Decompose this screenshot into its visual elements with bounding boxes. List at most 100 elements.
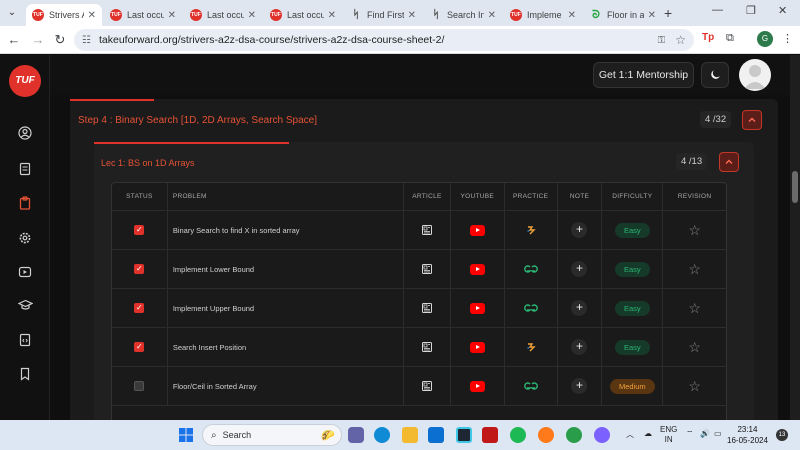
practice-cell[interactable] bbox=[505, 211, 558, 249]
revision-star-icon[interactable]: ☆ bbox=[688, 222, 701, 239]
practice-cell[interactable] bbox=[505, 250, 558, 288]
add-note-button[interactable]: + bbox=[571, 300, 588, 316]
video-play-icon[interactable] bbox=[17, 264, 33, 280]
url-text[interactable]: takeuforward.org/strivers-a2z-dsa-course… bbox=[99, 34, 658, 46]
windows-start-icon[interactable] bbox=[178, 427, 194, 443]
browser-tab[interactable]: TUF Strivers A2Z ✕ bbox=[26, 4, 102, 26]
problem-name[interactable]: Floor/Ceil in Sorted Array bbox=[168, 367, 405, 405]
article-cell[interactable] bbox=[404, 289, 451, 327]
bookmark-star-icon[interactable]: ☆ bbox=[675, 33, 686, 47]
close-tab-icon[interactable]: ✕ bbox=[408, 10, 416, 21]
mcafee-icon[interactable] bbox=[482, 427, 498, 443]
article-cell[interactable] bbox=[404, 328, 451, 366]
omnibox[interactable]: ☷ takeuforward.org/strivers-a2z-dsa-cour… bbox=[74, 29, 694, 51]
profile-icon[interactable] bbox=[17, 125, 33, 141]
revision-star-icon[interactable]: ☆ bbox=[688, 300, 701, 317]
add-note-button[interactable]: + bbox=[571, 261, 588, 277]
page-scrollbar-thumb[interactable] bbox=[792, 171, 798, 203]
discord-icon[interactable] bbox=[594, 427, 610, 443]
youtube-cell[interactable] bbox=[451, 250, 505, 288]
page-scrollbar-track[interactable] bbox=[790, 55, 800, 420]
settings-gear-icon[interactable] bbox=[17, 230, 33, 246]
lecture-collapse-button[interactable] bbox=[719, 152, 739, 172]
battery-icon[interactable]: ▭ bbox=[714, 429, 722, 438]
language-indicator[interactable]: ENG IN bbox=[660, 425, 677, 445]
graduation-cap-icon[interactable] bbox=[17, 297, 33, 313]
article-cell[interactable] bbox=[404, 367, 451, 405]
practice-cell[interactable] bbox=[505, 367, 558, 405]
get-mentorship-button[interactable]: Get 1:1 Mentorship bbox=[593, 62, 694, 88]
browser-tab[interactable]: ᘐ Floor in a ✕ bbox=[584, 4, 662, 26]
close-tab-icon[interactable]: ✕ bbox=[488, 10, 496, 21]
revision-star-icon[interactable]: ☆ bbox=[688, 378, 701, 395]
file-explorer-icon[interactable] bbox=[402, 427, 418, 443]
status-checkbox[interactable]: ✓ bbox=[134, 264, 145, 274]
close-tab-icon[interactable]: ✕ bbox=[568, 10, 576, 21]
site-info-icon[interactable]: ☷ bbox=[82, 35, 91, 46]
system-clock[interactable]: 23:14 16-05-2024 bbox=[727, 424, 768, 446]
browser-tab[interactable]: ᛋ Search Inse ✕ bbox=[424, 4, 502, 26]
restore-icon[interactable]: ❐ bbox=[746, 4, 756, 17]
back-icon[interactable]: ← bbox=[6, 32, 22, 47]
firefox-icon[interactable] bbox=[538, 427, 554, 443]
add-note-button[interactable]: + bbox=[571, 339, 588, 355]
youtube-cell[interactable] bbox=[451, 211, 505, 249]
camera-app-icon[interactable] bbox=[456, 427, 472, 443]
problem-name[interactable]: Implement Upper Bound bbox=[168, 289, 405, 327]
extensions-puzzle-icon[interactable]: ⧉ bbox=[726, 32, 734, 45]
extension-tp-icon[interactable]: Tp bbox=[702, 32, 714, 43]
status-checkbox[interactable] bbox=[134, 381, 145, 391]
step-collapse-button[interactable] bbox=[742, 110, 762, 130]
mail-icon[interactable] bbox=[428, 427, 444, 443]
tab-search-icon[interactable]: ⌄ bbox=[4, 5, 20, 21]
youtube-cell[interactable] bbox=[451, 289, 505, 327]
add-note-button[interactable]: + bbox=[571, 378, 588, 394]
practice-cell[interactable] bbox=[505, 289, 558, 327]
wifi-icon[interactable]: ⌔ bbox=[686, 429, 694, 439]
tuf-logo[interactable]: TUF bbox=[9, 65, 41, 97]
problem-name[interactable]: Binary Search to find X in sorted array bbox=[168, 211, 405, 249]
browser-tab[interactable]: TUF Last occur ✕ bbox=[184, 4, 262, 26]
close-tab-icon[interactable]: ✕ bbox=[248, 10, 256, 21]
step-title[interactable]: Step 4 : Binary Search [1D, 2D Arrays, S… bbox=[78, 115, 317, 126]
cloud-icon[interactable]: ☁ bbox=[644, 429, 652, 438]
tray-overflow-icon[interactable]: ︿ bbox=[626, 429, 634, 440]
status-checkbox[interactable]: ✓ bbox=[134, 342, 145, 352]
youtube-cell[interactable] bbox=[451, 328, 505, 366]
practice-cell[interactable] bbox=[505, 328, 558, 366]
chrome-icon[interactable] bbox=[566, 427, 582, 443]
article-cell[interactable] bbox=[404, 211, 451, 249]
user-avatar[interactable] bbox=[739, 59, 771, 91]
close-tab-icon[interactable]: ✕ bbox=[328, 10, 336, 21]
add-note-button[interactable]: + bbox=[571, 222, 588, 238]
problem-name[interactable]: Implement Lower Bound bbox=[168, 250, 405, 288]
profile-avatar[interactable]: G bbox=[757, 31, 773, 47]
browser-tab[interactable]: TUF Impleme ✕ bbox=[504, 4, 582, 26]
close-tab-icon[interactable]: ✕ bbox=[168, 10, 176, 21]
close-window-icon[interactable]: ✕ bbox=[778, 4, 787, 17]
youtube-cell[interactable] bbox=[451, 367, 505, 405]
revision-star-icon[interactable]: ☆ bbox=[688, 261, 701, 278]
problem-name[interactable]: Search Insert Position bbox=[168, 328, 405, 366]
spotify-icon[interactable] bbox=[510, 427, 526, 443]
notification-badge[interactable]: 13 bbox=[776, 429, 788, 441]
status-checkbox[interactable]: ✓ bbox=[134, 225, 145, 235]
taskbar-search-box[interactable]: ⌕ Search 🌮 bbox=[202, 424, 342, 446]
browser-tab[interactable]: TUF Last occur ✕ bbox=[264, 4, 342, 26]
password-key-icon[interactable]: ⚿ bbox=[658, 35, 666, 46]
article-cell[interactable] bbox=[404, 250, 451, 288]
notes-icon[interactable] bbox=[17, 161, 33, 177]
volume-icon[interactable]: 🔊 bbox=[700, 429, 710, 438]
minimize-icon[interactable]: — bbox=[712, 4, 723, 16]
lecture-title[interactable]: Lec 1: BS on 1D Arrays bbox=[101, 158, 195, 168]
bookmark-icon[interactable] bbox=[17, 366, 33, 382]
forward-icon[interactable]: → bbox=[30, 32, 46, 47]
edge-browser-icon[interactable] bbox=[374, 427, 390, 443]
revision-star-icon[interactable]: ☆ bbox=[688, 339, 701, 356]
browser-tab[interactable]: ᛋ Find First a ✕ bbox=[344, 4, 422, 26]
reload-icon[interactable]: ↻ bbox=[52, 32, 68, 48]
theme-toggle-button[interactable] bbox=[701, 62, 729, 88]
teams-icon[interactable] bbox=[348, 427, 364, 443]
sheet-clipboard-icon[interactable] bbox=[17, 195, 33, 211]
document-code-icon[interactable] bbox=[17, 332, 33, 348]
